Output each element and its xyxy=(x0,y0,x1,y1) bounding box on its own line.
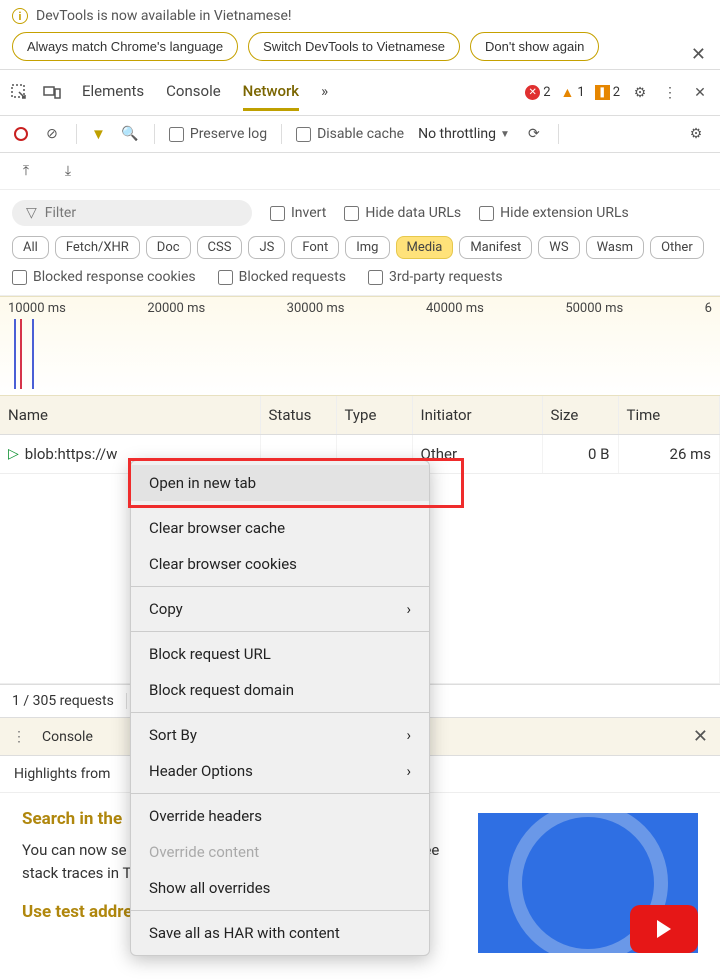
invert-checkbox[interactable]: Invert xyxy=(270,205,326,221)
drag-handle-icon[interactable]: ⋮ xyxy=(12,729,26,745)
col-size[interactable]: Size xyxy=(542,396,618,435)
info-icon: i xyxy=(12,8,28,24)
kebab-menu-icon[interactable]: ⋮ xyxy=(660,83,680,103)
ctx-header-options[interactable]: Header Options› xyxy=(131,753,429,789)
device-toolbar-icon[interactable] xyxy=(42,83,62,103)
chevron-right-icon: › xyxy=(406,600,411,618)
media-icon: ▷ xyxy=(8,446,19,462)
chip-css[interactable]: CSS xyxy=(197,236,243,259)
disable-cache-checkbox[interactable]: Disable cache xyxy=(296,126,404,142)
ctx-show-overrides[interactable]: Show all overrides xyxy=(131,870,429,906)
funnel-icon: ▽ xyxy=(26,205,37,221)
chip-fetch[interactable]: Fetch/XHR xyxy=(55,236,140,259)
search-icon[interactable]: 🔍 xyxy=(120,124,140,144)
chip-js[interactable]: JS xyxy=(248,236,285,259)
chevron-right-icon: › xyxy=(406,726,411,744)
tl-label: 10000 ms xyxy=(8,301,66,316)
ctx-override-headers[interactable]: Override headers xyxy=(131,798,429,834)
tl-label: 30000 ms xyxy=(287,301,345,316)
context-menu: Open in new tab Clear browser cache Clea… xyxy=(130,460,430,956)
chip-doc[interactable]: Doc xyxy=(146,236,191,259)
record-button[interactable] xyxy=(14,127,28,141)
col-initiator[interactable]: Initiator xyxy=(412,396,542,435)
ctx-override-content: Override content xyxy=(131,834,429,870)
drawer-close-button[interactable]: ✕ xyxy=(693,726,708,747)
ctx-open-new-tab[interactable]: Open in new tab xyxy=(131,465,429,501)
chip-manifest[interactable]: Manifest xyxy=(459,236,532,259)
tl-label: 20000 ms xyxy=(147,301,205,316)
ctx-block-domain[interactable]: Block request domain xyxy=(131,672,429,708)
tabs-overflow[interactable]: » xyxy=(321,74,328,111)
chevron-right-icon: › xyxy=(406,762,411,780)
warning-badge[interactable]: ▲1 xyxy=(561,84,585,101)
tab-console[interactable]: Console xyxy=(166,74,221,111)
col-time[interactable]: Time xyxy=(618,396,720,435)
ctx-clear-cache[interactable]: Clear browser cache xyxy=(131,510,429,546)
chip-ws[interactable]: WS xyxy=(538,236,579,259)
ctx-block-url[interactable]: Block request URL xyxy=(131,636,429,672)
filter-toggle-icon[interactable]: ▼ xyxy=(91,125,106,143)
tab-network[interactable]: Network xyxy=(243,74,299,111)
error-badge[interactable]: ✕2 xyxy=(525,85,550,100)
type-filter-chips: All Fetch/XHR Doc CSS JS Font Img Media … xyxy=(12,236,708,259)
blocked-response-checkbox[interactable]: Blocked response cookies xyxy=(12,269,196,285)
switch-language-button[interactable]: Switch DevTools to Vietnamese xyxy=(248,32,460,61)
throttling-select[interactable]: No throttling▼ xyxy=(418,126,510,142)
hide-data-urls-checkbox[interactable]: Hide data URLs xyxy=(344,205,461,221)
preserve-log-checkbox[interactable]: Preserve log xyxy=(169,126,267,142)
filter-input[interactable]: ▽ Filter xyxy=(12,200,252,226)
chip-wasm[interactable]: Wasm xyxy=(586,236,645,259)
upload-har-icon[interactable]: ⤒ xyxy=(16,161,36,181)
language-notification: i DevTools is now available in Vietnames… xyxy=(0,0,720,69)
tab-elements[interactable]: Elements xyxy=(82,74,144,111)
clear-button[interactable]: ⊘ xyxy=(42,124,62,144)
match-language-button[interactable]: Always match Chrome's language xyxy=(12,32,238,61)
ctx-clear-cookies[interactable]: Clear browser cookies xyxy=(131,546,429,582)
video-promo[interactable]: n xyxy=(478,813,698,953)
hide-extension-urls-checkbox[interactable]: Hide extension URLs xyxy=(479,205,629,221)
notification-message: DevTools is now available in Vietnamese! xyxy=(36,8,292,24)
network-settings-icon[interactable]: ⚙ xyxy=(686,124,706,144)
blocked-requests-checkbox[interactable]: Blocked requests xyxy=(218,269,346,285)
play-icon xyxy=(630,905,698,953)
gear-icon[interactable]: ⚙ xyxy=(630,83,650,103)
inspect-element-icon[interactable] xyxy=(10,83,30,103)
download-har-icon[interactable]: ⤓ xyxy=(58,161,78,181)
dont-show-button[interactable]: Don't show again xyxy=(470,32,599,61)
filter-bar: ▽ Filter Invert Hide data URLs Hide exte… xyxy=(0,190,720,296)
third-party-checkbox[interactable]: 3rd-party requests xyxy=(368,269,503,285)
chip-all[interactable]: All xyxy=(12,236,49,259)
info-badge[interactable]: ❚2 xyxy=(595,85,620,100)
chip-font[interactable]: Font xyxy=(291,236,339,259)
col-name[interactable]: Name xyxy=(0,396,260,435)
tl-label: 40000 ms xyxy=(426,301,484,316)
ctx-sort-by[interactable]: Sort By› xyxy=(131,717,429,753)
chip-img[interactable]: Img xyxy=(345,236,389,259)
ctx-copy[interactable]: Copy› xyxy=(131,591,429,627)
drawer-tab-console[interactable]: Console xyxy=(42,729,93,745)
col-type[interactable]: Type xyxy=(336,396,412,435)
request-count: 1 / 305 requests xyxy=(12,693,127,709)
ctx-save-har[interactable]: Save all as HAR with content xyxy=(131,915,429,951)
close-panel-icon[interactable]: ✕ xyxy=(690,83,710,103)
waterfall-timeline[interactable]: 10000 ms 20000 ms 30000 ms 40000 ms 5000… xyxy=(0,296,720,396)
tl-label: 50000 ms xyxy=(565,301,623,316)
network-controls: ⊘ ▼ 🔍 Preserve log Disable cache No thro… xyxy=(0,116,720,153)
network-conditions-icon[interactable]: ⟳ xyxy=(524,124,544,144)
notification-close-button[interactable]: ✕ xyxy=(691,44,706,65)
col-status[interactable]: Status xyxy=(260,396,336,435)
import-export-bar: ⤒ ⤓ xyxy=(0,153,720,190)
panel-tabs-bar: Elements Console Network » ✕2 ▲1 ❚2 ⚙ ⋮ … xyxy=(0,69,720,116)
chip-media[interactable]: Media xyxy=(396,236,454,259)
tl-label: 6 xyxy=(705,301,712,316)
chip-other[interactable]: Other xyxy=(650,236,704,259)
